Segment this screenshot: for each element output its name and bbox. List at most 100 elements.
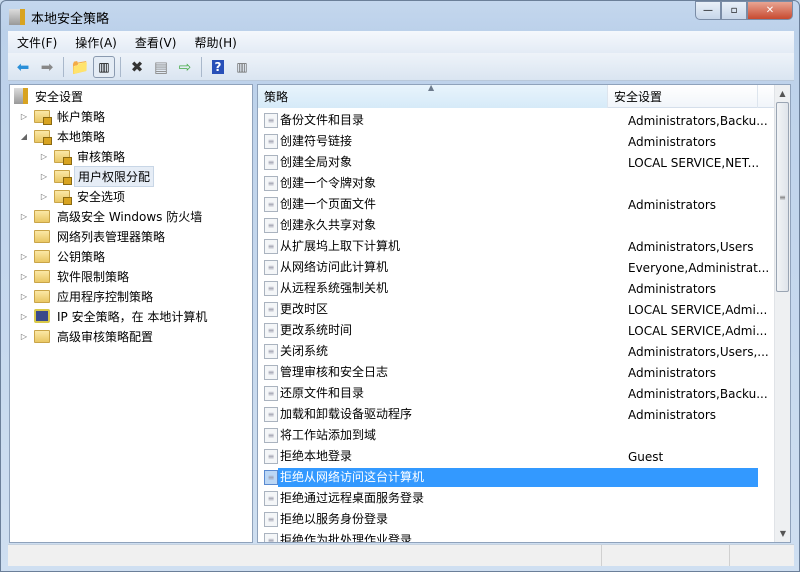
export-list-icon[interactable]: ⇨ xyxy=(174,56,196,78)
policy-icon: ≡ xyxy=(264,323,278,338)
table-row[interactable]: ≡ 关闭系统 Administrators,Users,... xyxy=(258,341,776,362)
tree-item[interactable]: ▷ 帐户策略 xyxy=(18,106,108,126)
policy-icon: ≡ xyxy=(264,491,278,506)
table-row[interactable]: ≡ 更改时区 LOCAL SERVICE,Admi... xyxy=(258,299,776,320)
policy-name: 管理审核和安全日志 xyxy=(280,365,389,379)
table-row[interactable]: ≡ 将工作站添加到域 xyxy=(258,425,776,446)
tree-item-label: 安全选项 xyxy=(77,189,126,204)
policy-name: 更改时区 xyxy=(280,302,329,316)
tree-item[interactable]: ▷ 应用程序控制策略 xyxy=(18,286,156,306)
menu-file[interactable]: 文件(F) xyxy=(8,34,66,51)
table-row[interactable]: ≡ 创建永久共享对象 xyxy=(258,215,776,236)
tree-item-label: 本地策略 xyxy=(57,129,106,144)
tree-item[interactable]: ▷ 高级安全 Windows 防火墙 xyxy=(18,206,205,226)
folder-icon xyxy=(34,229,50,243)
expand-arrow-icon[interactable]: ▷ xyxy=(18,312,30,321)
expand-arrow-icon[interactable]: ▷ xyxy=(18,112,30,121)
tree-item[interactable]: 网络列表管理器策略 xyxy=(18,226,168,246)
locked-folder-icon xyxy=(54,189,72,205)
tree-item[interactable]: ▷ 用户权限分配 xyxy=(38,165,155,187)
table-row[interactable]: ≡ 创建符号链接 Administrators xyxy=(258,131,776,152)
policy-name: 创建一个令牌对象 xyxy=(280,176,377,190)
minimize-button[interactable]: — xyxy=(695,1,721,20)
tree-item[interactable]: ▷ 安全选项 xyxy=(38,186,128,206)
scroll-thumb[interactable]: ≡ xyxy=(776,102,789,292)
policy-name: 还原文件和目录 xyxy=(280,386,365,400)
maximize-button[interactable]: ▫ xyxy=(721,1,747,20)
column-header-policy[interactable]: ▲ 策略 xyxy=(258,85,608,108)
scroll-down-icon[interactable]: ▼ xyxy=(775,525,790,542)
expand-arrow-icon[interactable]: ▷ xyxy=(38,192,50,201)
table-row[interactable]: ≡ 备份文件和目录 Administrators,Backu... xyxy=(258,110,776,131)
table-row[interactable]: ≡ 从远程系统强制关机 Administrators xyxy=(258,278,776,299)
list-header: ▲ 策略 安全设置 xyxy=(258,85,776,108)
table-row[interactable]: ≡ 加载和卸载设备驱动程序 Administrators xyxy=(258,404,776,425)
menu-help[interactable]: 帮助(H) xyxy=(185,34,245,51)
expand-arrow-icon[interactable]: ▷ xyxy=(18,212,30,221)
delete-icon[interactable]: ✖ xyxy=(126,56,148,78)
expand-arrow-icon[interactable]: ▷ xyxy=(18,272,30,281)
expand-arrow-icon[interactable]: ▷ xyxy=(38,152,50,161)
table-row[interactable]: ≡ 更改系统时间 LOCAL SERVICE,Admi... xyxy=(258,320,776,341)
collapse-arrow-icon[interactable]: ◢ xyxy=(18,132,30,141)
folder-icon xyxy=(34,209,50,223)
show-hide-tree-icon[interactable]: ▥ xyxy=(93,55,115,78)
expand-arrow-icon[interactable]: ▷ xyxy=(18,252,30,261)
properties-icon[interactable]: ▤ xyxy=(150,56,172,78)
tree-item-label: 审核策略 xyxy=(77,149,126,164)
policy-name: 创建永久共享对象 xyxy=(280,218,377,232)
tree-item-label: 高级安全 Windows 防火墙 xyxy=(57,209,203,224)
table-row[interactable]: ≡ 从扩展坞上取下计算机 Administrators,Users xyxy=(258,236,776,257)
security-setting: Administrators,Backu... xyxy=(628,386,768,401)
tree-item[interactable]: ▷ IP 安全策略，在 本地计算机 xyxy=(18,306,210,326)
expand-arrow-icon[interactable]: ▷ xyxy=(38,172,50,181)
expand-arrow-icon[interactable]: ▷ xyxy=(18,332,30,341)
help-icon[interactable]: ? xyxy=(207,56,229,78)
policy-name: 从网络访问此计算机 xyxy=(280,260,389,274)
table-row[interactable]: ≡ 拒绝从网络访问这台计算机 xyxy=(258,467,776,488)
policy-name: 拒绝作为批处理作业登录 xyxy=(280,533,413,543)
folder-icon xyxy=(34,249,50,263)
table-row[interactable]: ≡ 拒绝以服务身份登录 xyxy=(258,509,776,530)
tree-item[interactable]: 安全设置 xyxy=(14,86,86,106)
table-row[interactable]: ≡ 从网络访问此计算机 Everyone,Administrat... xyxy=(258,257,776,278)
column-header-setting[interactable]: 安全设置 xyxy=(608,85,758,108)
policy-icon: ≡ xyxy=(264,344,278,359)
table-row[interactable]: ≡ 创建一个令牌对象 xyxy=(258,173,776,194)
tree-item[interactable]: ▷ 高级审核策略配置 xyxy=(18,326,156,346)
policy-icon: ≡ xyxy=(264,365,278,380)
back-icon[interactable]: ⬅ xyxy=(12,56,34,78)
table-row[interactable]: ≡ 创建全局对象 LOCAL SERVICE,NET... xyxy=(258,152,776,173)
table-row[interactable]: ≡ 拒绝通过远程桌面服务登录 xyxy=(258,488,776,509)
security-settings-icon xyxy=(14,88,28,104)
policy-icon: ≡ xyxy=(264,239,278,254)
tree-item[interactable]: ◢ 本地策略 xyxy=(18,126,108,146)
sort-ascending-icon: ▲ xyxy=(428,84,435,92)
table-row[interactable]: ≡ 创建一个页面文件 Administrators xyxy=(258,194,776,215)
action-pane-icon[interactable]: ▥ xyxy=(231,56,253,78)
policy-list-pane: ▲ 策略 安全设置 ≡ 备份文件和目录 Administrators,Backu..… xyxy=(257,84,791,543)
forward-icon[interactable]: ➡ xyxy=(36,56,58,78)
window: 本地安全策略 — ▫ ✕ 文件(F) 操作(A) 查看(V) 帮助(H) ⬅ ➡… xyxy=(0,0,800,572)
tree-item[interactable]: ▷ 软件限制策略 xyxy=(18,266,132,286)
expand-arrow-icon[interactable]: ▷ xyxy=(18,292,30,301)
table-row[interactable]: ≡ 拒绝作为批处理作业登录 xyxy=(258,530,776,543)
menu-view[interactable]: 查看(V) xyxy=(126,34,186,51)
menu-action[interactable]: 操作(A) xyxy=(66,34,126,51)
tree-item[interactable]: ▷ 审核策略 xyxy=(38,146,128,166)
security-setting: Administrators xyxy=(628,365,717,380)
security-setting: Administrators xyxy=(628,134,717,149)
policy-name: 备份文件和目录 xyxy=(280,113,365,127)
up-folder-icon[interactable]: 📁 xyxy=(69,56,91,78)
toolbar-separator xyxy=(201,56,202,77)
table-row[interactable]: ≡ 还原文件和目录 Administrators,Backu... xyxy=(258,383,776,404)
table-row[interactable]: ≡ 管理审核和安全日志 Administrators xyxy=(258,362,776,383)
scroll-up-icon[interactable]: ▲ xyxy=(775,85,790,102)
security-setting: Administrators xyxy=(628,281,717,296)
close-button[interactable]: ✕ xyxy=(747,1,793,20)
table-row[interactable]: ≡ 拒绝本地登录 Guest xyxy=(258,446,776,467)
tree-item[interactable]: ▷ 公钥策略 xyxy=(18,246,108,266)
vertical-scrollbar[interactable]: ▲ ≡ ▼ xyxy=(774,85,790,542)
policy-icon: ≡ xyxy=(264,155,278,170)
policy-icon: ≡ xyxy=(264,386,278,401)
